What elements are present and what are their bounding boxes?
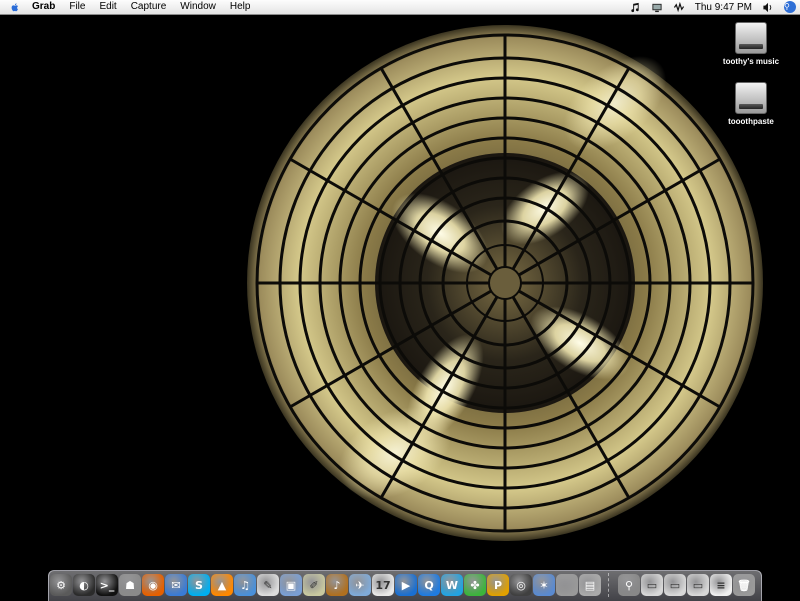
desktop-icon-label: tooothpaste (728, 117, 774, 126)
hard-drive-icon (735, 22, 767, 54)
menu-app-name[interactable]: Grab (28, 0, 62, 14)
dock-finder-app-icon[interactable] (556, 574, 578, 596)
clock[interactable]: Thu 9:47 PM (695, 2, 752, 13)
desktop-icon-toothys-music[interactable]: toothy's music (716, 22, 786, 66)
menu-help[interactable]: Help (223, 0, 258, 14)
music-note-icon[interactable] (629, 2, 641, 13)
desktop-icon-tooothpaste[interactable]: tooothpaste (716, 82, 786, 126)
dock-items: ⚙ ◐ >_ ☗ ◉ ✉ S ▲ ♫ ✎ ▣ ✐ ♪ ✈ 17 ▶ Q W ✤ P ◎ ✶ ▤ ⚲ ▭ ▭ ▭ ≡ 🗑 (50, 572, 760, 598)
display-icon[interactable] (651, 2, 663, 13)
dock-network-app-icon[interactable]: ✶ (533, 574, 555, 596)
dock-trash-icon[interactable]: 🗑 (733, 574, 755, 596)
fan-wallpaper-image (247, 25, 763, 541)
dock-textedit-icon[interactable]: ✎ (257, 574, 279, 596)
dock-cd-app-icon[interactable]: ◎ (510, 574, 532, 596)
dock-app-launcher-icon[interactable]: ⚙ (50, 574, 72, 596)
dock-firefox-icon[interactable]: ◉ (142, 574, 164, 596)
volume-icon[interactable] (762, 2, 774, 13)
dock-frog-app-icon[interactable]: ✤ (464, 574, 486, 596)
menu-edit[interactable]: Edit (92, 0, 123, 14)
desktop-wallpaper (0, 15, 800, 600)
dock-p-app-icon[interactable]: P (487, 574, 509, 596)
dock-ical-icon[interactable]: 17 (372, 574, 394, 596)
menu-file[interactable]: File (62, 0, 92, 14)
dock-iphoto-icon[interactable]: ▣ (280, 574, 302, 596)
dock-quicktime-icon[interactable]: ▶ (395, 574, 417, 596)
dock-stack-app-icon[interactable]: ⚲ (618, 574, 640, 596)
dock-mail-icon[interactable]: ✈ (349, 574, 371, 596)
hard-drive-icon (735, 82, 767, 114)
dock-separator (608, 573, 617, 597)
dock-ichat-icon[interactable]: ✉ (165, 574, 187, 596)
dock-document-icon[interactable]: ≡ (710, 574, 732, 596)
waveform-icon[interactable] (673, 1, 685, 13)
menu-bar: Grab File Edit Capture Window Help Thu 9… (0, 0, 800, 15)
dock-preview-app-icon[interactable]: ▤ (579, 574, 601, 596)
dock-itunes-icon[interactable]: ♫ (234, 574, 256, 596)
desktop-icon-label: toothy's music (722, 57, 780, 66)
dock-w-app-icon[interactable]: W (441, 574, 463, 596)
dock-q-app-icon[interactable]: Q (418, 574, 440, 596)
dock-automator-icon[interactable]: ☗ (119, 574, 141, 596)
apple-menu-icon[interactable] (10, 2, 20, 13)
dock-window-1-icon[interactable]: ▭ (641, 574, 663, 596)
dock-script-editor-icon[interactable]: ✐ (303, 574, 325, 596)
dock-garageband-icon[interactable]: ♪ (326, 574, 348, 596)
dock-window-2-icon[interactable]: ▭ (664, 574, 686, 596)
dock-window-3-icon[interactable]: ▭ (687, 574, 709, 596)
dock-skype-icon[interactable]: S (188, 574, 210, 596)
dock-dashboard-icon[interactable]: ◐ (73, 574, 95, 596)
menu-extras: Thu 9:47 PM ⚲ (624, 0, 800, 14)
dock-vlc-icon[interactable]: ▲ (211, 574, 233, 596)
dock-terminal-icon[interactable]: >_ (96, 574, 118, 596)
menu-window[interactable]: Window (173, 0, 223, 14)
menu-capture[interactable]: Capture (124, 0, 174, 14)
spotlight-icon[interactable]: ⚲ (784, 1, 796, 13)
